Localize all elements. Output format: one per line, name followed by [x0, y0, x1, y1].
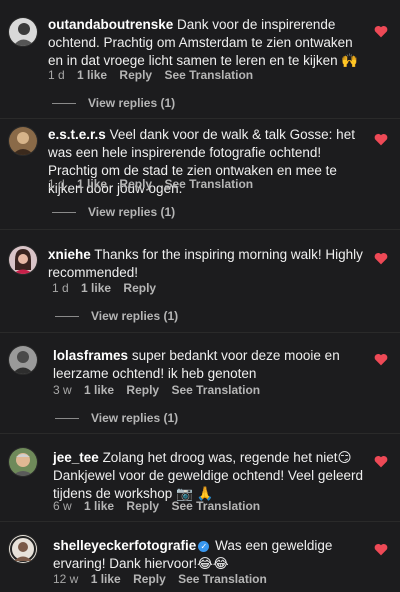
comment-username[interactable]: e.s.t.e.r.s	[48, 127, 106, 142]
comment-time: 1 d	[52, 281, 69, 295]
avatar[interactable]	[8, 447, 38, 477]
comment-username[interactable]: outandaboutrenske	[48, 17, 173, 32]
replies-divider	[55, 316, 79, 318]
view-replies-label: View replies (1)	[91, 309, 179, 323]
reply-button[interactable]: Reply	[133, 572, 166, 586]
see-translation-button[interactable]: See Translation	[171, 499, 260, 513]
view-replies-button[interactable]: View replies (1)	[55, 411, 178, 425]
comment-meta: 12 w 1 like Reply See Translation	[53, 572, 276, 586]
comment-body: Zolang het droog was, regende het niet😏 …	[53, 450, 363, 501]
heart-icon[interactable]	[374, 353, 388, 366]
see-translation-button[interactable]: See Translation	[178, 572, 267, 586]
comment-text: outandaboutrenske Dank voor de inspirere…	[48, 16, 364, 70]
reply-button[interactable]: Reply	[126, 383, 159, 397]
reply-button[interactable]: Reply	[123, 281, 156, 295]
reply-button[interactable]: Reply	[119, 177, 152, 191]
comment-username[interactable]: lolasframes	[53, 348, 128, 363]
avatar[interactable]	[8, 534, 38, 564]
comment-username[interactable]: shelleyeckerfotografie	[53, 538, 196, 553]
divider	[0, 521, 400, 522]
replies-divider	[52, 212, 76, 214]
view-replies-button[interactable]: View replies (1)	[52, 96, 175, 110]
heart-icon[interactable]	[374, 25, 388, 38]
see-translation-button[interactable]: See Translation	[164, 68, 253, 82]
divider	[0, 118, 400, 119]
avatar[interactable]	[8, 126, 38, 156]
see-translation-button[interactable]: See Translation	[171, 383, 260, 397]
comment-text: jee_tee Zolang het droog was, regende he…	[53, 449, 369, 503]
comment-meta: 1 d 1 like Reply	[52, 281, 165, 295]
comment-meta: 6 w 1 like Reply See Translation	[53, 499, 269, 513]
heart-icon[interactable]	[374, 543, 388, 556]
likes-count[interactable]: 1 like	[84, 383, 114, 397]
divider	[0, 332, 400, 333]
comment-time: 1 d	[48, 68, 65, 82]
comment-time: 3 w	[53, 383, 72, 397]
see-translation-button[interactable]: See Translation	[164, 177, 253, 191]
comment-text: shelleyeckerfotografie ✓ Was een geweldig…	[53, 537, 369, 573]
comment-meta: 1 d 1 like Reply See Translation	[48, 177, 262, 191]
avatar[interactable]	[8, 345, 38, 375]
comment-time: 12 w	[53, 572, 79, 586]
reply-button[interactable]: Reply	[126, 499, 159, 513]
likes-count[interactable]: 1 like	[77, 177, 107, 191]
heart-icon[interactable]	[374, 455, 388, 468]
reply-button[interactable]: Reply	[119, 68, 152, 82]
view-replies-label: View replies (1)	[88, 205, 176, 219]
replies-divider	[52, 103, 76, 105]
view-replies-label: View replies (1)	[88, 96, 176, 110]
view-replies-button[interactable]: View replies (1)	[52, 205, 175, 219]
replies-divider	[55, 418, 79, 420]
view-replies-button[interactable]: View replies (1)	[55, 309, 178, 323]
comment-username[interactable]: jee_tee	[53, 450, 99, 465]
likes-count[interactable]: 1 like	[84, 499, 114, 513]
likes-count[interactable]: 1 like	[81, 281, 111, 295]
avatar[interactable]	[8, 245, 38, 275]
divider	[0, 433, 400, 434]
likes-count[interactable]: 1 like	[91, 572, 121, 586]
verified-badge-icon: ✓	[198, 541, 210, 552]
comment-body: Thanks for the inspiring morning walk! H…	[48, 247, 363, 280]
comment-username[interactable]: xniehe	[48, 247, 91, 262]
divider	[0, 229, 400, 230]
comment-meta: 1 d 1 like Reply See Translation	[48, 68, 262, 82]
comment-time: 1 d	[48, 177, 65, 191]
comment-meta: 3 w 1 like Reply See Translation	[53, 383, 269, 397]
heart-icon[interactable]	[374, 252, 388, 265]
view-replies-label: View replies (1)	[91, 411, 179, 425]
avatar[interactable]	[8, 17, 38, 47]
likes-count[interactable]: 1 like	[77, 68, 107, 82]
comment-time: 6 w	[53, 499, 72, 513]
comment-text: lolasframes super bedankt voor deze mooi…	[53, 347, 369, 383]
comment-text: xniehe Thanks for the inspiring morning …	[48, 246, 364, 282]
heart-icon[interactable]	[374, 133, 388, 146]
